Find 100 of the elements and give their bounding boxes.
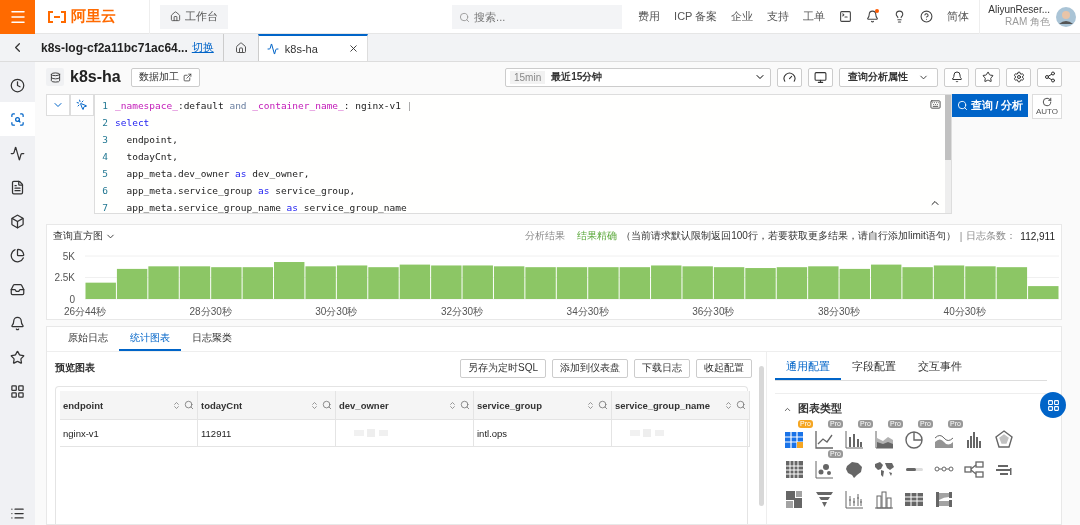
settings-button[interactable] [1006, 67, 1031, 87]
database-icon [46, 68, 64, 86]
gauge-button[interactable] [777, 67, 802, 87]
candle-chart-icon[interactable] [843, 488, 865, 510]
histogram-bar[interactable] [839, 268, 870, 299]
histogram-bar[interactable] [116, 268, 148, 299]
histogram-bar[interactable] [619, 267, 651, 299]
treemap-chart-icon[interactable] [783, 488, 805, 510]
table-cell: intl.ops [474, 420, 612, 447]
x-axis-label: 36分30秒 [692, 306, 735, 317]
share-button[interactable] [1037, 67, 1062, 87]
expand-button[interactable] [46, 94, 70, 116]
search-icon [10, 111, 25, 127]
x-axis-label: 38分30秒 [817, 306, 861, 317]
language-link[interactable]: 简体 [947, 9, 970, 24]
document-icon [10, 179, 25, 195]
logstore-title: k8s-ha [70, 68, 121, 86]
action-button[interactable]: 下载日志 [634, 358, 690, 378]
line-number: 3 [102, 133, 108, 147]
histogram-bar[interactable] [713, 267, 745, 299]
action-button[interactable]: 收起配置 [696, 358, 752, 378]
menu-button[interactable] [0, 0, 35, 34]
table-cell: 112911 [198, 420, 336, 447]
bell-icon[interactable] [866, 10, 880, 23]
avatar[interactable] [1056, 6, 1076, 27]
header-link[interactable]: 费用 [638, 9, 661, 24]
line-number: 1 [102, 99, 108, 113]
auto-refresh-button[interactable]: AUTO [1032, 94, 1062, 119]
switch-link[interactable]: 切换 [191, 40, 214, 55]
histogram-bar[interactable] [933, 265, 965, 299]
header-link[interactable]: ICP 备案 [674, 9, 718, 24]
scatter-chart-icon[interactable] [813, 458, 835, 480]
data-process-button[interactable]: 数据加工 [130, 67, 200, 87]
result-tab[interactable]: 统计图表 [119, 327, 181, 351]
query-properties-select[interactable]: 查询分析属性 [839, 67, 938, 87]
box-icon [10, 213, 25, 229]
config-tab[interactable]: 交互事件 [907, 354, 973, 380]
histogram-bar[interactable] [336, 265, 368, 299]
sort-icon [586, 400, 595, 410]
line-chart-icon[interactable] [813, 428, 835, 450]
radar-chart-icon[interactable] [993, 428, 1015, 450]
sort-icon [310, 400, 319, 410]
share-icon [1043, 71, 1056, 83]
histogram-title[interactable]: 查询直方图 [53, 229, 116, 243]
cursor-button[interactable] [70, 94, 94, 116]
header-link[interactable]: 企业 [731, 9, 754, 24]
chart-type-section-header[interactable]: 图表类型 [775, 402, 842, 416]
x-axis-label: 34分30秒 [566, 306, 609, 317]
query-editor[interactable] [94, 94, 952, 214]
header-link[interactable]: 支持 [767, 9, 790, 24]
column-header[interactable]: todayCnt [198, 391, 336, 420]
config-tab[interactable]: 字段配置 [841, 354, 907, 380]
monitor-button[interactable] [808, 67, 833, 87]
histogram-bar[interactable] [556, 267, 588, 299]
config-tab[interactable]: 通用配置 [775, 354, 841, 380]
favorite-button[interactable] [975, 67, 1000, 87]
column-header[interactable]: service_group [474, 391, 612, 420]
header-link[interactable]: 工单 [803, 9, 826, 24]
pie-chart-icon [10, 247, 25, 263]
column-header[interactable]: service_group_name [612, 391, 750, 420]
histogram-bar[interactable] [776, 267, 808, 299]
result-tab[interactable]: 日志聚类 [181, 327, 243, 351]
user-name[interactable]: AliyunReser... [988, 4, 1050, 15]
home-icon [170, 11, 181, 22]
bar-chart-icon[interactable] [843, 428, 865, 450]
action-button[interactable]: 另存为定时SQL [460, 358, 546, 378]
page-tab[interactable]: k8s-ha [257, 34, 368, 61]
time-range-select[interactable]: 15min 最近15分钟 [505, 67, 771, 87]
project-name: k8s-log-cf2a11bc71ac64... [41, 40, 188, 55]
column-header[interactable]: endpoint [60, 391, 198, 420]
star-icon [981, 71, 994, 83]
pie-chart-icon[interactable] [903, 428, 925, 450]
alert-button[interactable] [944, 67, 969, 87]
histogram-bar[interactable] [179, 266, 211, 299]
topology-chart-icon[interactable] [963, 458, 985, 480]
collapse-sidebar-button[interactable] [10, 506, 25, 521]
separator: | [959, 230, 963, 242]
inbox-icon [10, 281, 25, 297]
scrollbar[interactable] [759, 366, 764, 506]
area-chart-icon[interactable] [873, 428, 895, 450]
action-button[interactable]: 添加到仪表盘 [552, 358, 628, 378]
sort-icon [448, 400, 457, 410]
column-header[interactable]: dev_owner [336, 391, 474, 420]
scrollbar-thumb[interactable] [945, 95, 951, 160]
result-tab[interactable]: 原始日志 [57, 327, 119, 351]
query-button[interactable]: 查询 / 分析 [952, 94, 1028, 117]
workbench-button[interactable]: 工作台 [160, 4, 228, 29]
search-icon [956, 100, 968, 111]
grid-chart-icon[interactable] [783, 458, 805, 480]
histogram-bar[interactable] [996, 267, 1028, 299]
column-chart-icon[interactable] [873, 488, 895, 510]
sort-icon [724, 400, 733, 410]
code-line: endpoint, [125, 133, 178, 147]
histogram-bar[interactable] [399, 264, 431, 299]
search-field[interactable]: 搜索... [452, 4, 623, 29]
code-line: todayCnt, [125, 150, 178, 164]
log-count: 112,911 [1020, 230, 1055, 242]
y-axis-label: 5K [62, 250, 75, 262]
close-icon[interactable] [347, 43, 359, 54]
histogram-bar[interactable] [493, 266, 525, 299]
